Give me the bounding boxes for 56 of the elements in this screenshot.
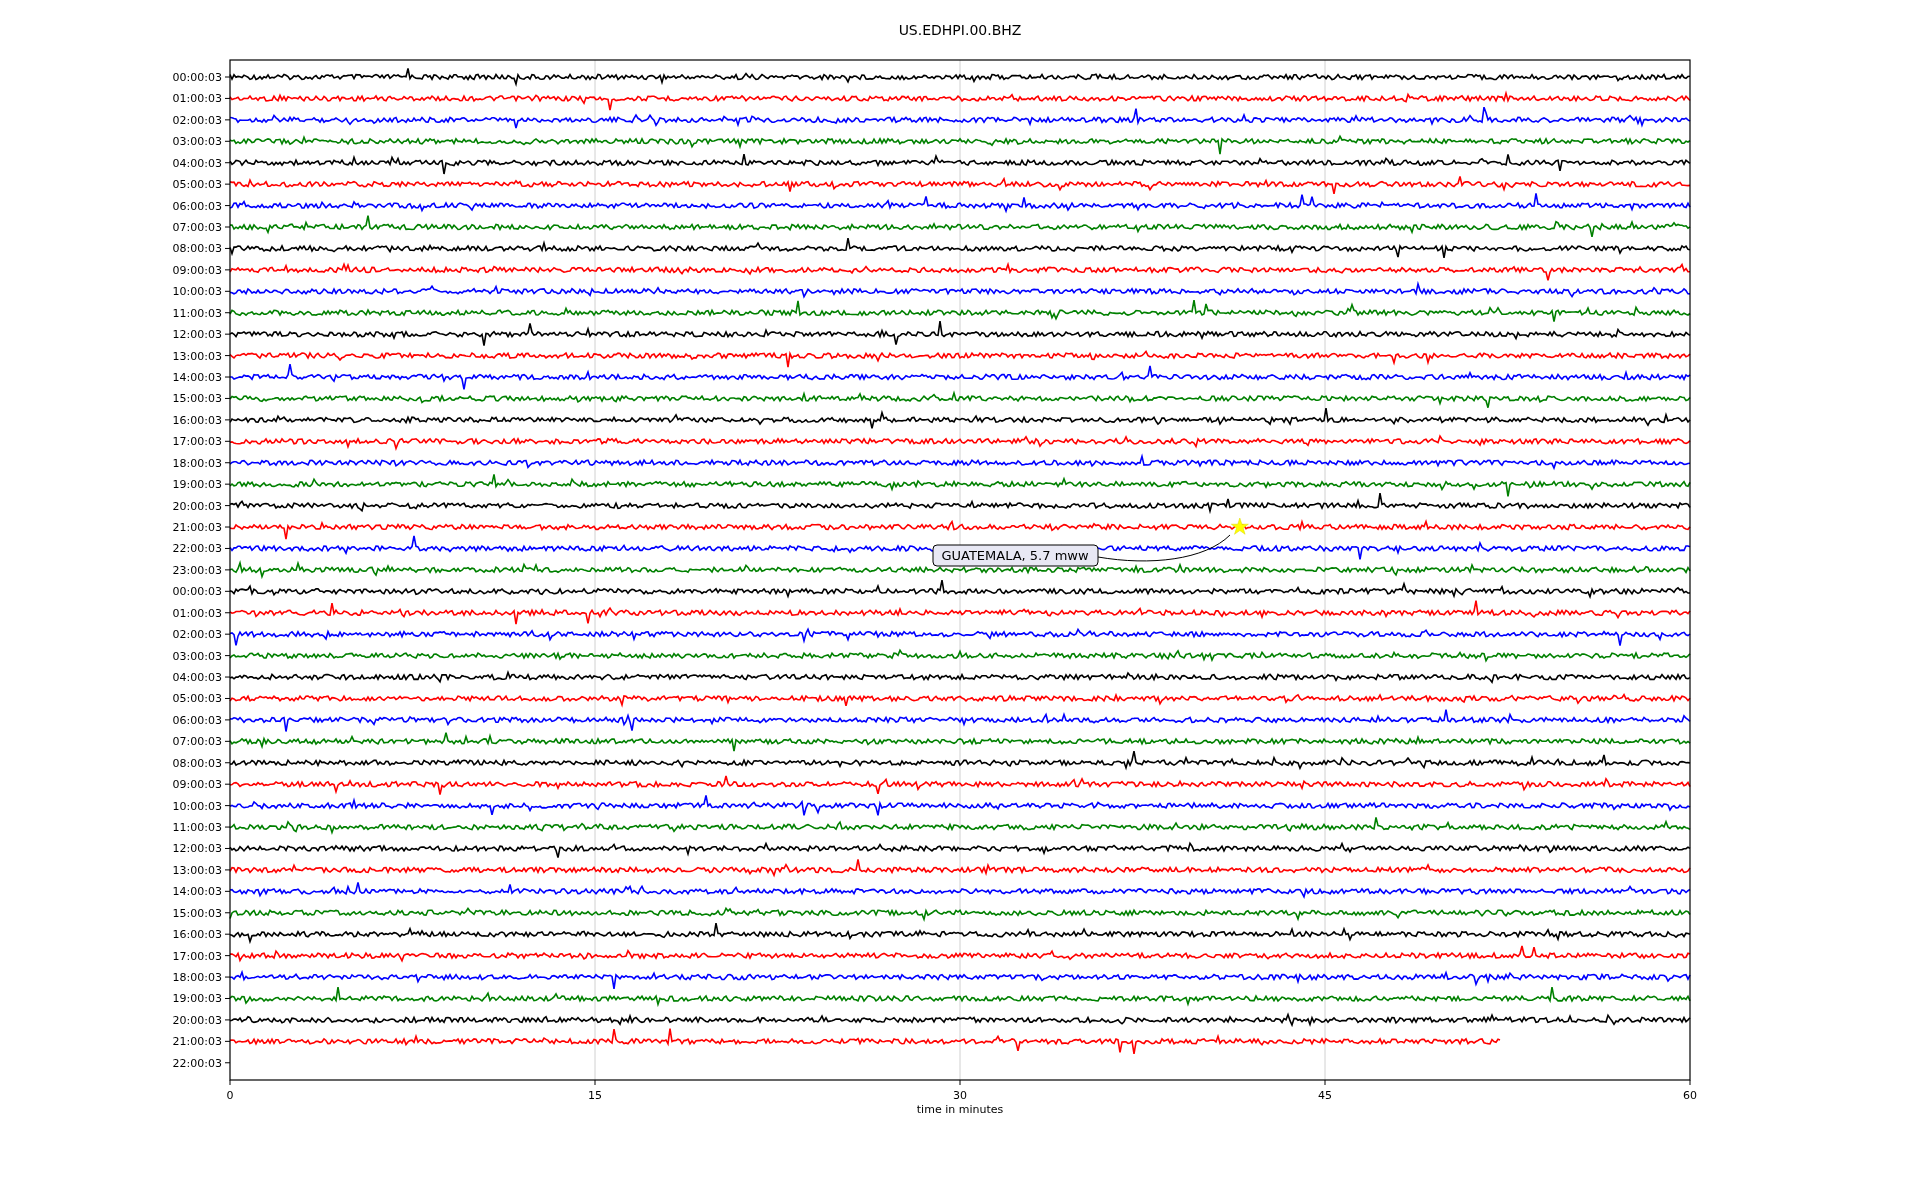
hour-label: 03:00:03 xyxy=(172,135,222,149)
hour-label: 13:00:03 xyxy=(172,349,222,363)
plot-title: US.EDHPI.00.BHZ xyxy=(898,22,1022,38)
hour-label: 03:00:03 xyxy=(172,649,222,663)
hour-label: 17:00:03 xyxy=(172,949,222,963)
x-axis-label: time in minutes xyxy=(916,1103,1004,1116)
hour-label: 22:00:03 xyxy=(172,1056,222,1070)
hour-label: 10:00:03 xyxy=(172,799,222,813)
x-tick-label: 45 xyxy=(1318,1089,1332,1102)
hour-label: 17:00:03 xyxy=(172,435,222,449)
hour-label: 19:00:03 xyxy=(172,992,222,1006)
hour-label: 18:00:03 xyxy=(172,971,222,985)
hour-label: 16:00:03 xyxy=(172,928,222,942)
hour-label: 14:00:03 xyxy=(172,371,222,384)
hour-label: 13:00:03 xyxy=(172,863,222,877)
hour-label: 09:00:03 xyxy=(172,778,222,792)
hour-label: 23:00:03 xyxy=(172,563,222,577)
hour-label: 21:00:03 xyxy=(172,1035,222,1049)
hour-label: 12:00:03 xyxy=(172,842,222,856)
hour-label: 01:00:03 xyxy=(172,92,222,106)
hour-label: 04:00:03 xyxy=(172,671,222,685)
x-tick-label: 0 xyxy=(226,1089,234,1102)
hour-label: 21:00:03 xyxy=(172,521,222,535)
hour-label: 00:00:03 xyxy=(172,585,222,599)
hour-label: 18:00:03 xyxy=(172,456,222,470)
hour-label: 16:00:03 xyxy=(172,413,222,427)
hour-label: 15:00:03 xyxy=(172,906,222,920)
hour-label: 06:00:03 xyxy=(172,199,222,213)
hour-label: 08:00:03 xyxy=(172,242,222,256)
hour-label: 20:00:03 xyxy=(172,499,222,513)
annotation-label: GUATEMALA, 5.7 mww xyxy=(932,544,1099,567)
hour-label: 05:00:03 xyxy=(172,178,222,192)
hour-label: 05:00:03 xyxy=(172,692,222,706)
x-tick-label: 30 xyxy=(953,1089,967,1102)
hour-label: 19:00:03 xyxy=(172,478,222,492)
hour-label: 11:00:03 xyxy=(172,306,222,320)
star-icon xyxy=(1231,517,1249,535)
hour-label: 12:00:03 xyxy=(172,328,222,342)
hour-label: 09:00:03 xyxy=(172,263,222,277)
hour-label: 14:00:03 xyxy=(172,885,222,899)
hour-label: 02:00:03 xyxy=(172,113,222,127)
hour-label: 00:00:03 xyxy=(172,71,222,84)
hour-label: 20:00:03 xyxy=(172,1013,222,1027)
hour-label: 07:00:03 xyxy=(172,221,222,234)
hour-label: 10:00:03 xyxy=(172,285,222,299)
hour-label: 11:00:03 xyxy=(172,821,222,835)
hour-label: 01:00:03 xyxy=(172,606,222,620)
hour-label: 07:00:03 xyxy=(172,735,222,749)
x-tick-label: 15 xyxy=(588,1089,602,1102)
hour-label: 15:00:03 xyxy=(172,392,222,406)
hour-label: 02:00:03 xyxy=(172,628,222,642)
hour-label: 06:00:03 xyxy=(172,713,222,727)
hour-label: 08:00:03 xyxy=(172,756,222,770)
hour-label: 04:00:03 xyxy=(172,156,222,170)
x-tick-label: 60 xyxy=(1683,1089,1697,1102)
hour-label: 22:00:03 xyxy=(172,542,222,556)
